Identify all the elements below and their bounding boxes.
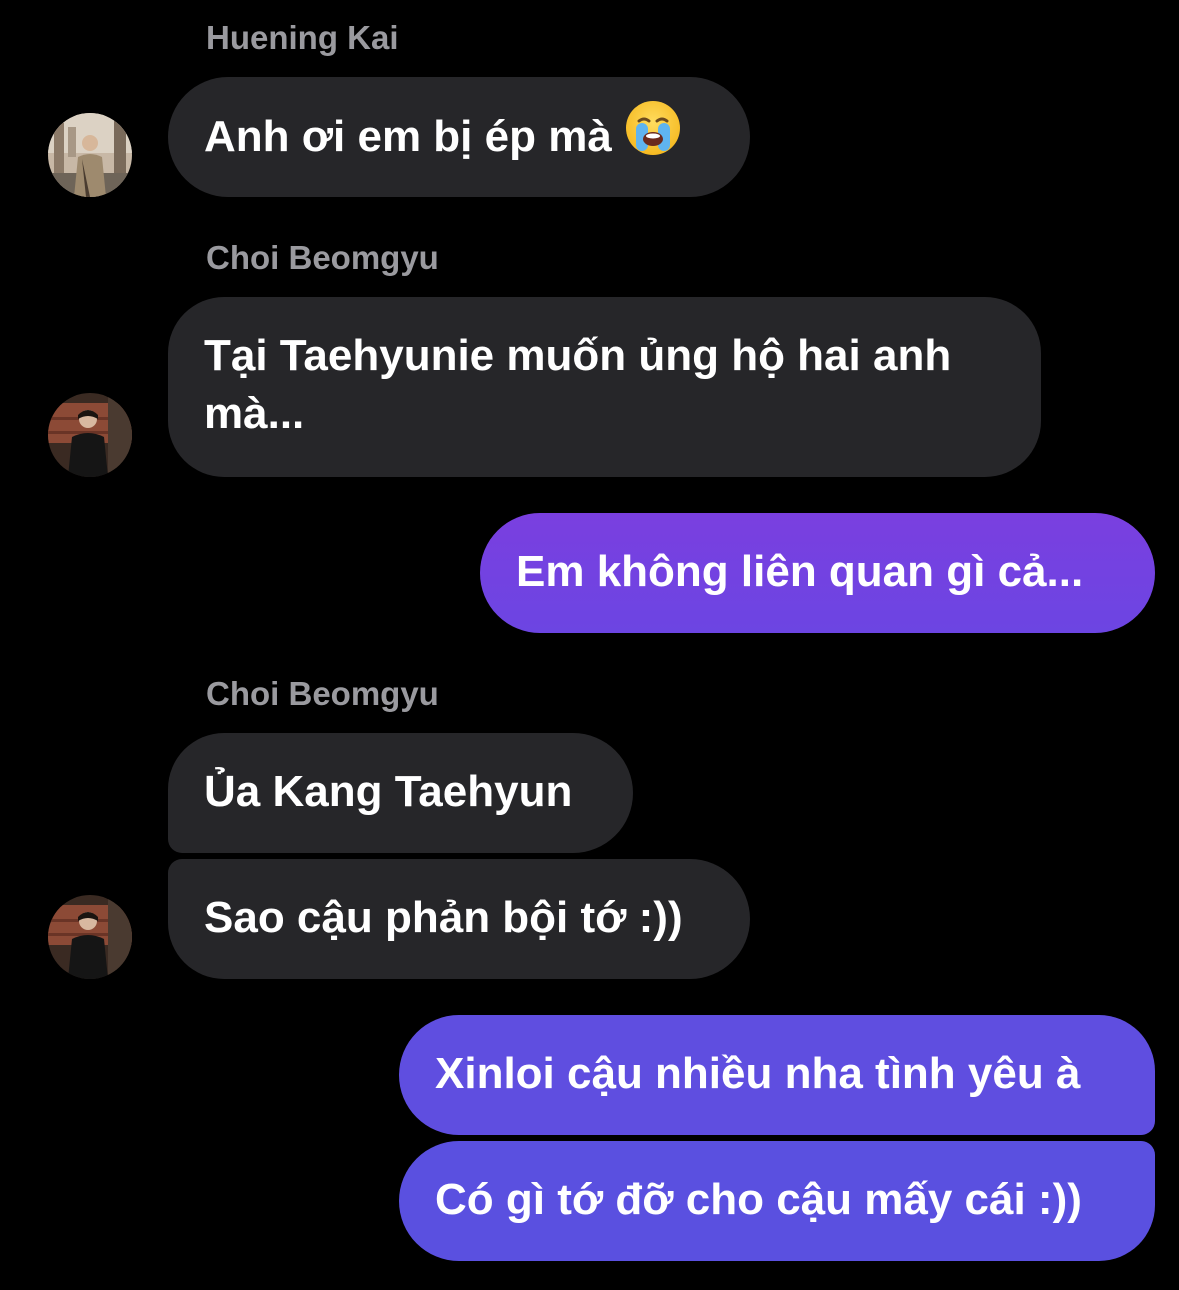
message-bubble[interactable]: Ủa Kang Taehyun (168, 733, 633, 853)
avatar[interactable] (48, 895, 132, 979)
message-text: Tại Taehyunie muốn ủng hộ hai anh mà... (204, 331, 952, 438)
message-text: Em không liên quan gì cả... (516, 547, 1084, 596)
message-text: Xinloi cậu nhiều nha tình yêu à (435, 1049, 1081, 1098)
sender-name: Choi Beomgyu (206, 675, 439, 712)
message-bubble[interactable]: Tại Taehyunie muốn ủng hộ hai anh mà... (168, 297, 1041, 477)
message-bubble[interactable]: Sao cậu phản bội tớ :)) (168, 859, 750, 979)
message-text: Ủa Kang Taehyun (204, 767, 573, 816)
message-bubble[interactable]: Xinloi cậu nhiều nha tình yêu à (399, 1015, 1155, 1135)
sender-name: Huening Kai (206, 19, 399, 56)
avatar[interactable] (48, 113, 132, 197)
sender-name: Choi Beomgyu (206, 239, 439, 276)
message-text: Anh ơi em bị ép mà (204, 112, 612, 162)
message-text: Có gì tớ đỡ cho cậu mấy cái :)) (435, 1175, 1082, 1224)
avatar[interactable] (48, 393, 132, 477)
loudly-crying-face-icon (624, 99, 682, 172)
message-bubble[interactable]: Có gì tớ đỡ cho cậu mấy cái :)) (399, 1141, 1155, 1261)
message-bubble[interactable]: Em không liên quan gì cả... (480, 513, 1155, 633)
message-bubble[interactable]: Anh ơi em bị ép mà (168, 77, 750, 197)
message-text: Sao cậu phản bội tớ :)) (204, 893, 683, 942)
